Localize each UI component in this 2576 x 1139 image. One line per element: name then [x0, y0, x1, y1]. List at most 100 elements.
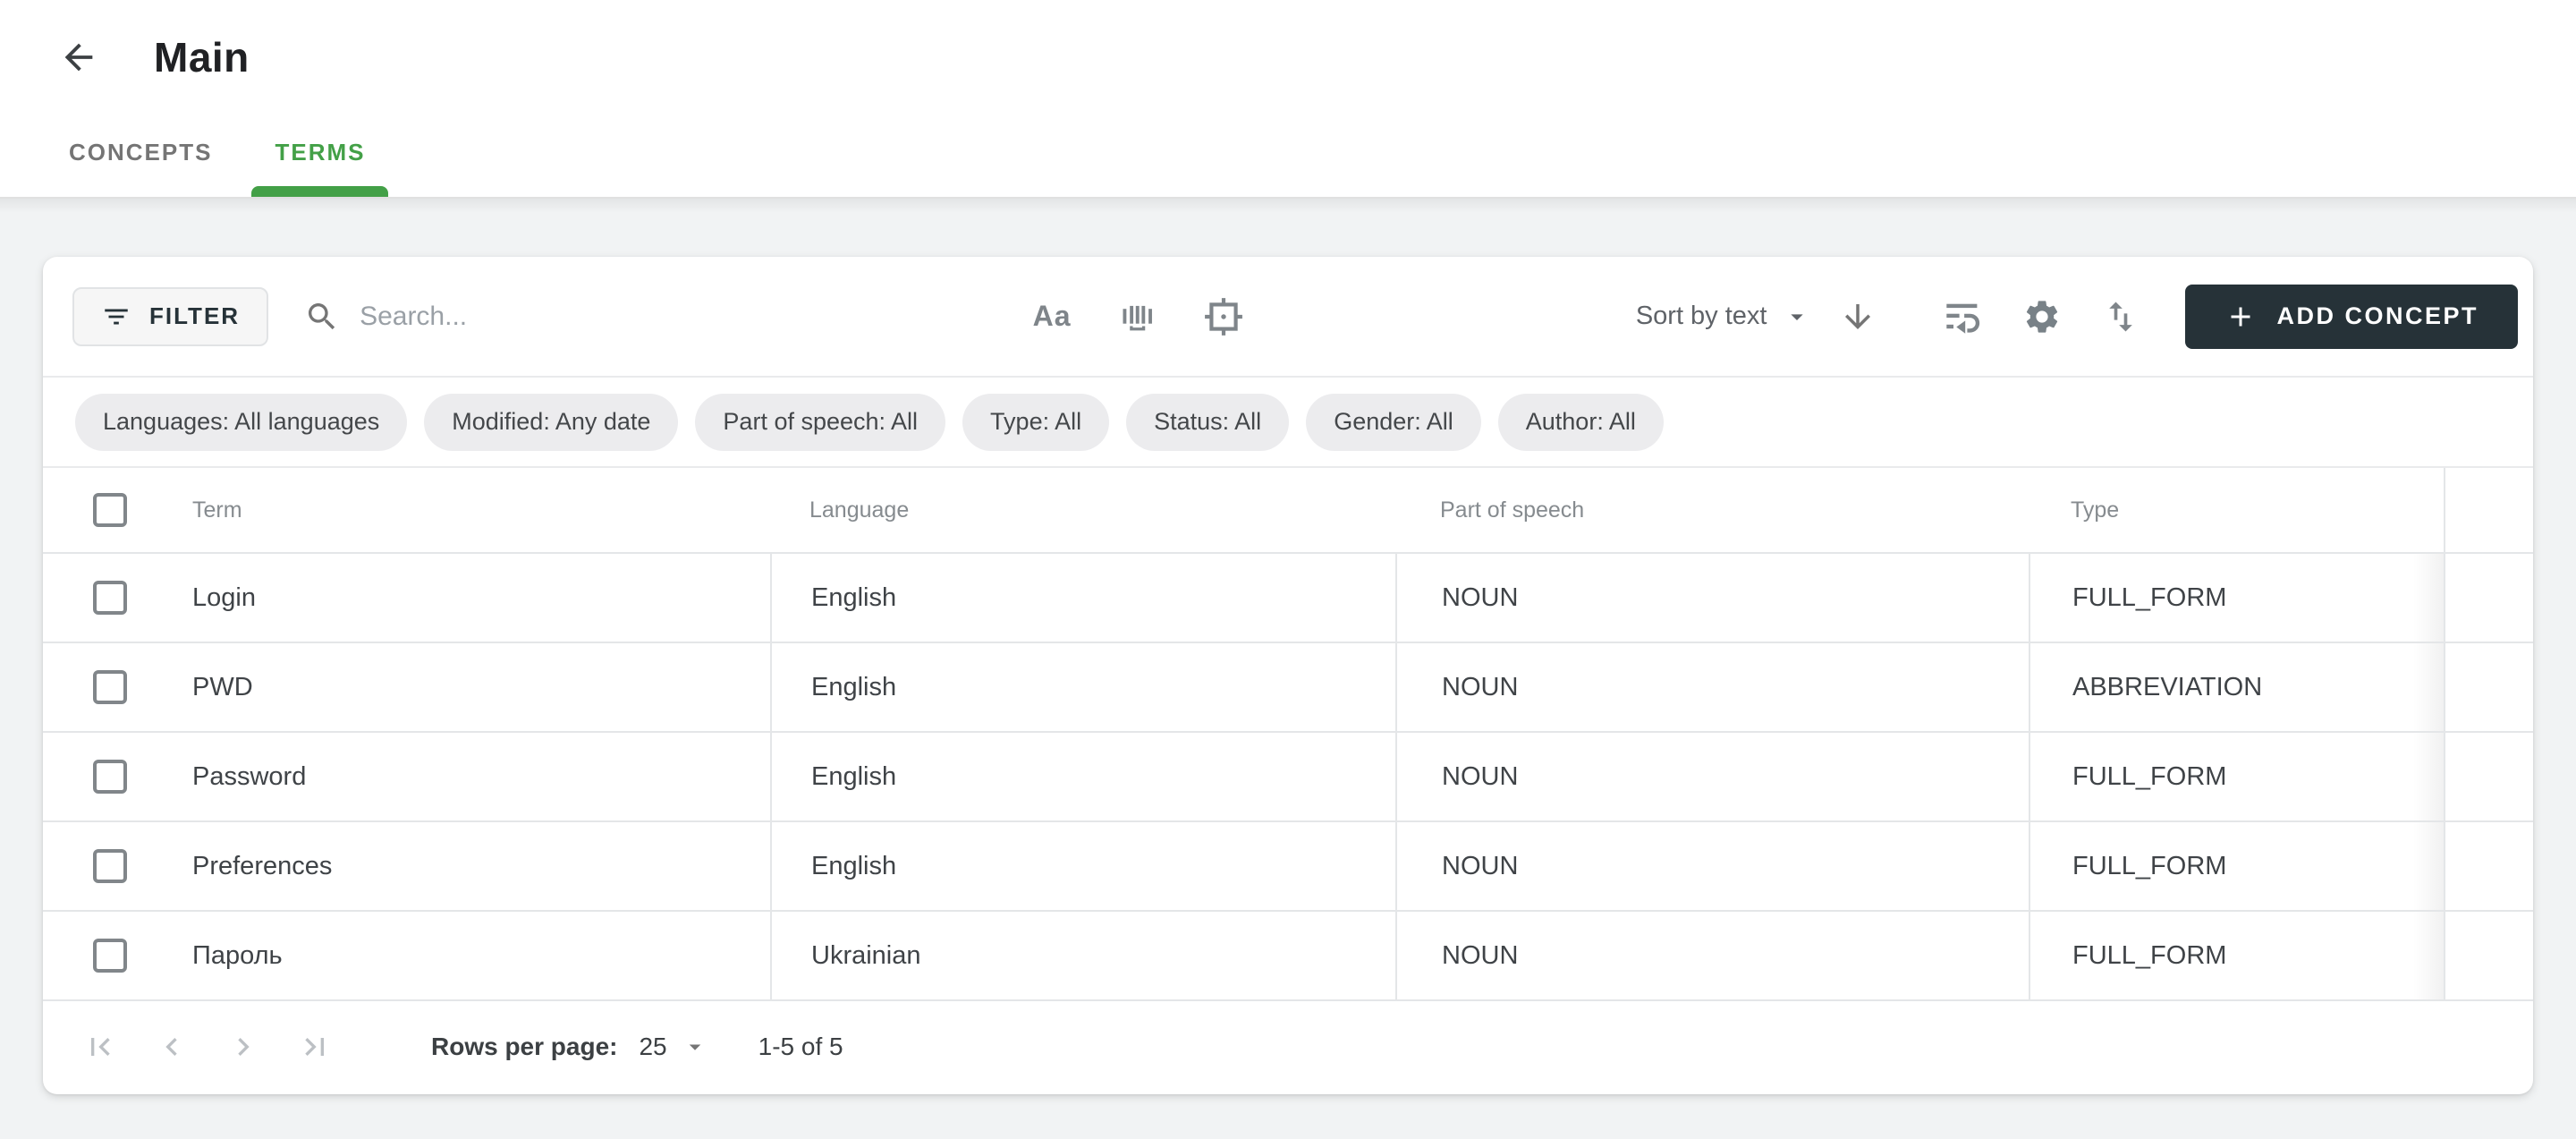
view-option-icons: Aa [1030, 295, 1245, 338]
row-checkbox[interactable] [93, 760, 127, 794]
language-cell: English [811, 583, 896, 613]
row-strip [2444, 733, 2533, 820]
rows-per-page-label: Rows per page: [431, 1033, 617, 1061]
language-cell: Ukrainian [811, 941, 921, 971]
tab-bar: CONCEPTS TERMS [65, 116, 388, 197]
table-row[interactable]: Preferences English NOUN FULL_FORM [43, 822, 2533, 912]
filter-chip[interactable]: Status: All [1126, 394, 1289, 451]
row-checkbox[interactable] [93, 670, 127, 704]
pagination-bar: Rows per page: 25 1-5 of 5 [43, 1001, 2533, 1092]
terms-card: FILTER Aa [43, 257, 2533, 1094]
row-checkbox[interactable] [93, 581, 127, 615]
column-header-term: Term [192, 497, 242, 523]
settings-button[interactable] [2021, 295, 2063, 338]
table-toolbar: FILTER Aa [43, 257, 2533, 378]
filter-chip[interactable]: Type: All [962, 394, 1109, 451]
chevron-down-icon [1783, 302, 1811, 331]
previous-page-button[interactable] [154, 1029, 190, 1065]
table-row[interactable]: Password English NOUN FULL_FORM [43, 733, 2533, 822]
search-box [304, 299, 896, 335]
part-of-speech-cell: NOUN [1442, 941, 1518, 971]
table-row[interactable]: Пароль Ukrainian NOUN FULL_FORM [43, 912, 2533, 1001]
type-cell: FULL_FORM [2072, 762, 2226, 792]
chevron-left-icon [154, 1029, 190, 1065]
term-cell: Password [192, 762, 306, 792]
match-case-button[interactable]: Aa [1030, 295, 1073, 338]
filter-chip[interactable]: Author: All [1498, 394, 1664, 451]
table-header: Term Language Part of speech Type [43, 468, 2533, 554]
filter-chip[interactable]: Part of speech: All [695, 394, 945, 451]
sort-direction-button[interactable] [1836, 295, 1879, 338]
row-strip [2444, 822, 2533, 910]
filter-list-icon [101, 302, 131, 332]
barcode-scan-button[interactable] [1116, 295, 1159, 338]
import-export-icon [2101, 297, 2140, 336]
table-body: Login English NOUN FULL_FORM PWD English… [43, 554, 2533, 1001]
low-priority-button[interactable] [1942, 295, 1985, 338]
last-page-button[interactable] [297, 1029, 333, 1065]
filter-button[interactable]: FILTER [72, 287, 268, 346]
add-concept-label: ADD CONCEPT [2276, 302, 2479, 330]
tab-terms[interactable]: TERMS [251, 116, 388, 197]
row-strip [2444, 643, 2533, 731]
filter-chips-row: Languages: All languages Modified: Any d… [43, 378, 2533, 468]
filter-button-label: FILTER [149, 302, 240, 330]
chevron-right-icon [225, 1029, 261, 1065]
type-cell: FULL_FORM [2072, 852, 2226, 881]
back-button[interactable] [54, 32, 104, 82]
chevron-down-icon [682, 1033, 708, 1060]
page-title: Main [154, 33, 250, 81]
rows-per-page-value: 25 [639, 1033, 666, 1061]
low-priority-icon [1944, 297, 1983, 336]
toolbar-action-icons [1942, 295, 2142, 338]
sort-by-label: Sort by text [1636, 302, 1767, 331]
part-of-speech-cell: NOUN [1442, 762, 1518, 792]
header-strip [2444, 468, 2533, 552]
add-concept-button[interactable]: ADD CONCEPT [2185, 285, 2518, 349]
search-icon [304, 299, 340, 335]
sort-by-dropdown[interactable]: Sort by text [1636, 302, 1812, 331]
gear-icon [2022, 297, 2062, 336]
import-export-button[interactable] [2099, 295, 2142, 338]
filter-chip[interactable]: Languages: All languages [75, 394, 407, 451]
next-page-button[interactable] [225, 1029, 261, 1065]
table-row[interactable]: Login English NOUN FULL_FORM [43, 554, 2533, 643]
search-input[interactable] [360, 302, 896, 332]
page-content: FILTER Aa [0, 199, 2576, 1139]
select-all-checkbox[interactable] [93, 493, 127, 527]
focus-frame-button[interactable] [1202, 295, 1245, 338]
row-checkbox[interactable] [93, 939, 127, 973]
pagination-range-label: 1-5 of 5 [758, 1033, 843, 1061]
filter-chip[interactable]: Gender: All [1306, 394, 1481, 451]
term-cell: Preferences [192, 852, 332, 881]
arrow-back-icon [58, 37, 99, 78]
part-of-speech-cell: NOUN [1442, 673, 1518, 702]
column-header-part-of-speech: Part of speech [1440, 497, 1584, 523]
app-header: Main CONCEPTS TERMS [0, 0, 2576, 199]
column-header-language: Language [809, 497, 909, 523]
focus-frame-icon [1203, 296, 1244, 337]
language-cell: English [811, 762, 896, 792]
row-checkbox[interactable] [93, 849, 127, 883]
column-header-type: Type [2071, 497, 2119, 523]
language-cell: English [811, 673, 896, 702]
row-strip [2444, 554, 2533, 642]
plus-icon [2224, 301, 2257, 333]
term-cell: Login [192, 583, 256, 613]
term-cell: Пароль [192, 941, 283, 971]
arrow-downward-icon [1839, 298, 1877, 336]
table-row[interactable]: PWD English NOUN ABBREVIATION [43, 643, 2533, 733]
rows-per-page-select[interactable]: 25 [639, 1033, 708, 1061]
part-of-speech-cell: NOUN [1442, 583, 1518, 613]
part-of-speech-cell: NOUN [1442, 852, 1518, 881]
type-cell: ABBREVIATION [2072, 673, 2262, 702]
first-page-button[interactable] [82, 1029, 118, 1065]
type-cell: FULL_FORM [2072, 583, 2226, 613]
term-cell: PWD [192, 673, 253, 702]
type-cell: FULL_FORM [2072, 941, 2226, 971]
language-cell: English [811, 852, 896, 881]
toolbar-right-group: Sort by text [1636, 285, 2518, 349]
barcode-scan-icon [1118, 297, 1157, 336]
tab-concepts[interactable]: CONCEPTS [65, 116, 216, 197]
filter-chip[interactable]: Modified: Any date [424, 394, 678, 451]
